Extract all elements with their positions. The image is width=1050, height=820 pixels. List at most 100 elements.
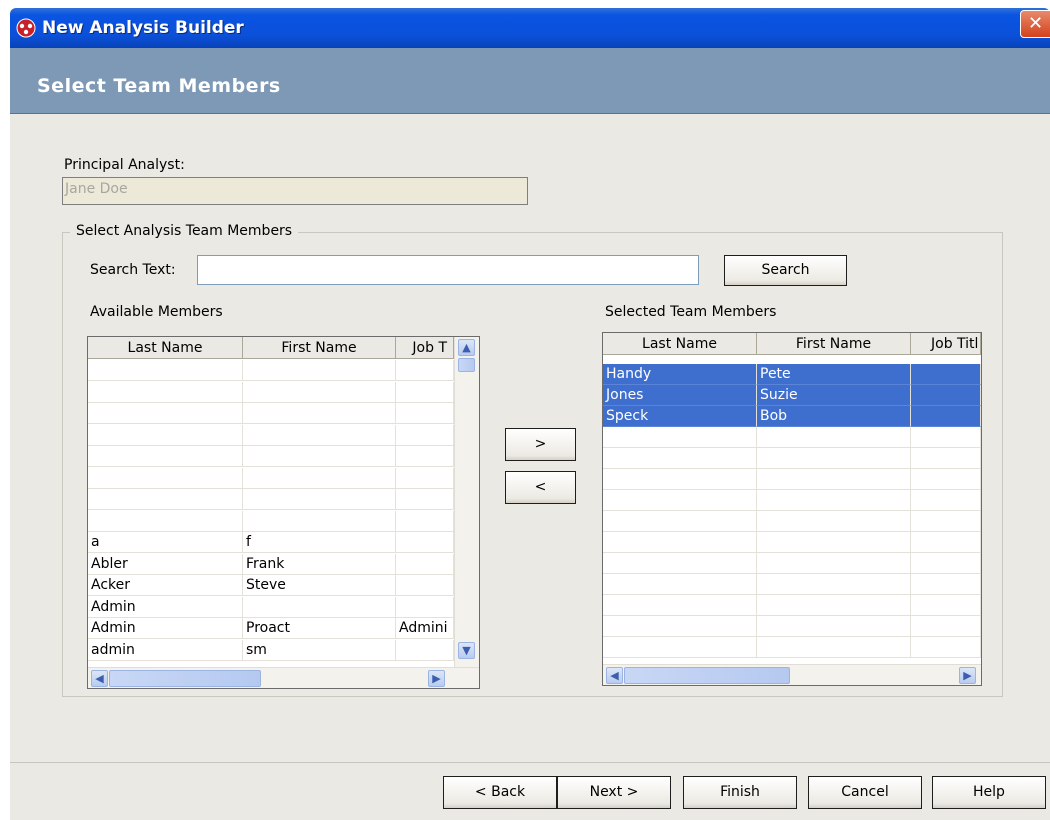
grid-cell[interactable]: Pete [757,364,911,385]
close-icon[interactable]: ✕ [1020,10,1050,38]
grid-cell-empty[interactable] [757,427,911,448]
grid-cell-empty[interactable] [911,469,981,490]
grid-cell[interactable] [88,381,243,403]
grid-cell[interactable] [396,532,454,553]
scroll-right-icon[interactable]: ▶ [959,667,976,684]
grid-cell[interactable] [88,424,243,446]
scroll-right-icon[interactable]: ▶ [428,670,445,687]
grid-cell[interactable]: Steve [243,575,396,596]
grid-cell-empty[interactable] [603,637,757,658]
remove-member-button[interactable]: < [505,471,576,504]
available-vertical-scrollbar[interactable]: ▲ ▼ [454,337,479,667]
grid-cell-empty[interactable] [757,595,911,616]
grid-cell[interactable]: Jones [603,385,757,406]
grid-cell[interactable] [396,553,454,575]
grid-cell-empty[interactable] [911,511,981,532]
grid-cell[interactable]: Admin [88,618,243,639]
grid-cell[interactable] [88,489,243,510]
grid-cell[interactable] [88,467,243,489]
grid-cell-empty[interactable] [911,595,981,616]
scroll-up-icon[interactable]: ▲ [458,339,475,356]
back-button[interactable]: < Back [443,776,557,809]
grid-cell[interactable]: Proact [243,618,396,639]
grid-cell[interactable]: Suzie [757,385,911,406]
grid-cell-empty[interactable] [603,427,757,448]
grid-cell-empty[interactable] [911,616,981,637]
grid-cell-empty[interactable] [757,511,911,532]
grid-cell-empty[interactable] [911,427,981,448]
grid-cell[interactable] [396,424,454,446]
grid-cell[interactable] [396,360,454,381]
grid-cell-empty[interactable] [911,532,981,553]
grid-cell[interactable]: Acker [88,575,243,596]
grid-cell[interactable] [88,403,243,424]
grid-cell-empty[interactable] [603,553,757,574]
grid-cell[interactable] [243,403,396,424]
grid-cell-empty[interactable] [603,448,757,469]
horizontal-scroll-thumb[interactable] [624,667,790,684]
selected-members-grid[interactable]: Last Name First Name Job Titl Handy Pete J… [602,332,982,686]
grid-cell-empty[interactable] [603,616,757,637]
grid-cell-empty[interactable] [757,469,911,490]
grid-cell-empty[interactable] [757,490,911,511]
next-button[interactable]: Next > [557,776,671,809]
scroll-down-icon[interactable]: ▼ [458,642,475,659]
scroll-left-icon[interactable]: ◀ [91,670,108,687]
grid-cell-empty[interactable] [603,532,757,553]
grid-cell-empty[interactable] [911,490,981,511]
grid-cell-empty[interactable] [911,637,981,658]
grid-cell[interactable]: Abler [88,553,243,575]
available-members-grid[interactable]: Last Name First Name Job T a f Abler Frank A… [87,336,480,689]
grid-cell[interactable] [396,489,454,510]
grid-cell[interactable] [396,575,454,596]
grid-cell[interactable] [243,360,396,381]
available-horizontal-scrollbar[interactable]: ◀ ▶ [88,667,479,688]
grid-cell[interactable] [911,385,981,406]
grid-cell-empty[interactable] [911,553,981,574]
grid-cell[interactable] [243,510,396,532]
grid-cell-empty[interactable] [911,448,981,469]
grid-cell[interactable] [396,639,454,661]
grid-cell[interactable] [88,510,243,532]
grid-cell[interactable] [88,446,243,467]
finish-button[interactable]: Finish [683,776,797,809]
column-header-last-name[interactable]: Last Name [603,333,757,355]
grid-cell[interactable] [243,424,396,446]
grid-cell[interactable]: Admin [88,596,243,618]
help-button[interactable]: Help [932,776,1046,809]
grid-cell[interactable]: Frank [243,553,396,575]
grid-cell-empty[interactable] [757,448,911,469]
grid-cell-empty[interactable] [603,511,757,532]
grid-cell[interactable]: Bob [757,406,911,427]
vertical-scroll-thumb[interactable] [458,358,475,372]
column-header-first-name[interactable]: First Name [243,337,396,359]
column-header-last-name[interactable]: Last Name [88,337,243,359]
grid-cell[interactable] [396,446,454,467]
column-header-job-title[interactable]: Job Titl [911,333,981,355]
selected-horizontal-scrollbar[interactable]: ◀ ▶ [603,664,981,685]
grid-cell[interactable] [243,381,396,403]
grid-cell-empty[interactable] [757,616,911,637]
grid-cell[interactable] [396,403,454,424]
grid-cell[interactable] [243,596,396,618]
grid-cell-empty[interactable] [603,469,757,490]
grid-cell-empty[interactable] [603,574,757,595]
grid-cell[interactable] [88,360,243,381]
scroll-left-icon[interactable]: ◀ [606,667,623,684]
grid-cell-empty[interactable] [757,637,911,658]
grid-cell[interactable]: Admini [396,618,454,639]
grid-cell[interactable] [396,381,454,403]
grid-cell-empty[interactable] [757,574,911,595]
grid-cell[interactable]: Handy [603,364,757,385]
grid-cell[interactable] [243,467,396,489]
column-header-first-name[interactable]: First Name [757,333,911,355]
search-button[interactable]: Search [724,255,847,286]
grid-cell[interactable] [396,596,454,618]
grid-cell-empty[interactable] [603,490,757,511]
grid-cell[interactable]: admin [88,639,243,661]
grid-cell[interactable]: sm [243,639,396,661]
grid-cell[interactable]: Speck [603,406,757,427]
grid-cell[interactable] [396,467,454,489]
grid-cell[interactable] [911,406,981,427]
grid-cell-empty[interactable] [603,595,757,616]
